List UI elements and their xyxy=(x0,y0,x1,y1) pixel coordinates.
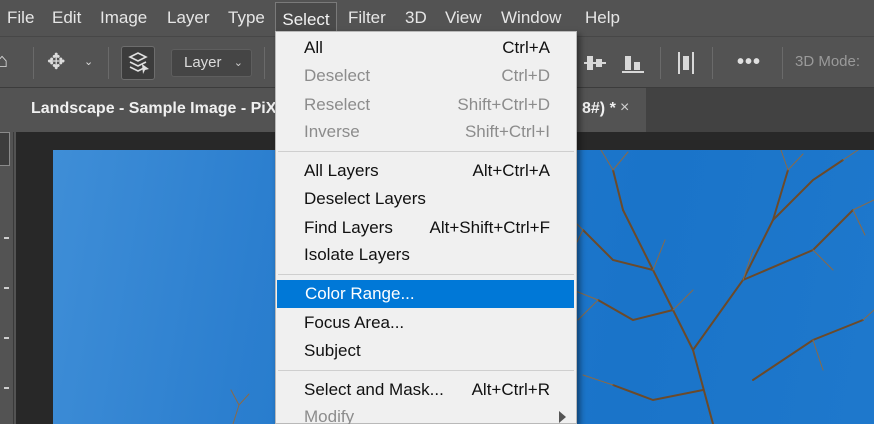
menu-item-inverse[interactable]: Inverse Shift+Ctrl+I xyxy=(276,118,576,146)
menu-item-modify[interactable]: Modify xyxy=(276,403,576,424)
menu-item-shortcut: Ctrl+D xyxy=(501,66,550,85)
divider xyxy=(660,47,661,79)
menu-item-shortcut: Shift+Ctrl+D xyxy=(457,95,550,114)
menu-separator xyxy=(278,370,574,371)
divider xyxy=(264,47,265,79)
tool-slot-active[interactable] xyxy=(0,132,10,166)
move-icon[interactable]: ✥ xyxy=(47,51,65,73)
distribute-icon[interactable] xyxy=(675,51,697,80)
tool-preset-icon[interactable]: ⌂ xyxy=(0,51,8,71)
menu-item-deselect-layers[interactable]: Deselect Layers xyxy=(276,185,576,213)
menu-layer[interactable]: Layer xyxy=(167,0,210,36)
menu-item-find-layers[interactable]: Find Layers Alt+Shift+Ctrl+F xyxy=(276,214,576,242)
menu-item-all-layers[interactable]: All Layers Alt+Ctrl+A xyxy=(276,157,576,185)
menu-item-subject[interactable]: Subject xyxy=(276,337,576,365)
menu-item-isolate-layers[interactable]: Isolate Layers xyxy=(276,241,576,269)
auto-select-target-dropdown[interactable]: Layer ⌄ xyxy=(171,49,252,77)
menu-item-shortcut: Alt+Shift+Ctrl+F xyxy=(429,218,550,237)
menu-item-label: Inverse xyxy=(304,122,360,141)
divider xyxy=(108,47,109,79)
menu-item-shortcut: Ctrl+A xyxy=(502,38,550,57)
menu-edit[interactable]: Edit xyxy=(52,0,81,36)
divider xyxy=(782,47,783,79)
menu-item-label: Deselect xyxy=(304,66,371,85)
menu-help[interactable]: Help xyxy=(585,0,620,36)
menu-item-label: Modify xyxy=(304,407,355,424)
menu-item-label: Deselect Layers xyxy=(304,189,426,208)
submenu-arrow-icon xyxy=(559,411,566,423)
close-icon[interactable]: × xyxy=(620,99,629,117)
tools-panel xyxy=(0,132,14,424)
menu-item-label: Find Layers xyxy=(304,218,393,237)
menu-item-label: All Layers xyxy=(304,161,379,180)
menu-separator xyxy=(278,151,574,152)
divider xyxy=(33,47,34,79)
menu-item-shortcut: Alt+Ctrl+R xyxy=(471,380,550,399)
document-tab-title-suffix: 8#) * xyxy=(582,100,616,117)
tool-slot[interactable] xyxy=(4,287,9,289)
menu-item-label: Select and Mask... xyxy=(304,380,444,399)
tool-slot[interactable] xyxy=(4,237,9,239)
menu-item-shortcut: Shift+Ctrl+I xyxy=(464,122,550,141)
select-menu-dropdown: All Ctrl+A Deselect Ctrl+D Reselect Shif… xyxy=(275,31,577,424)
tool-slot[interactable] xyxy=(4,387,9,389)
more-icon[interactable]: ••• xyxy=(737,51,761,74)
align-vertical-centers-icon[interactable] xyxy=(584,51,606,80)
3d-mode-label: 3D Mode: xyxy=(795,53,861,70)
menu-item-deselect[interactable]: Deselect Ctrl+D xyxy=(276,62,576,90)
menu-item-label: Subject xyxy=(304,341,361,360)
menu-item-color-range[interactable]: Color Range... xyxy=(277,280,574,308)
chevron-down-icon[interactable]: ⌄ xyxy=(84,57,93,68)
menu-item-label: Isolate Layers xyxy=(304,245,410,264)
menu-item-focus-area[interactable]: Focus Area... xyxy=(276,309,576,337)
layer-select-value: Layer xyxy=(184,54,222,71)
menu-item-label: Reselect xyxy=(304,95,371,114)
menu-item-shortcut: Alt+Ctrl+A xyxy=(472,161,550,180)
menu-image[interactable]: Image xyxy=(100,0,147,36)
document-tab-title: Landscape - Sample Image - PiX xyxy=(31,100,277,117)
menu-item-label: Color Range... xyxy=(305,284,415,303)
tool-slot[interactable] xyxy=(4,337,9,339)
auto-select-layers-icon[interactable] xyxy=(121,46,155,80)
menu-type[interactable]: Type xyxy=(228,0,265,36)
menu-item-label: Focus Area... xyxy=(304,313,405,332)
menu-item-reselect[interactable]: Reselect Shift+Ctrl+D xyxy=(276,91,576,119)
divider xyxy=(712,47,713,79)
menu-item-label: All xyxy=(304,38,323,57)
menu-file[interactable]: File xyxy=(7,0,34,36)
align-bottom-edges-icon[interactable] xyxy=(622,51,644,80)
menu-separator xyxy=(278,274,574,275)
menu-item-all[interactable]: All Ctrl+A xyxy=(276,34,576,62)
chevron-down-icon: ⌄ xyxy=(233,57,243,69)
menu-item-select-and-mask[interactable]: Select and Mask... Alt+Ctrl+R xyxy=(276,376,576,404)
